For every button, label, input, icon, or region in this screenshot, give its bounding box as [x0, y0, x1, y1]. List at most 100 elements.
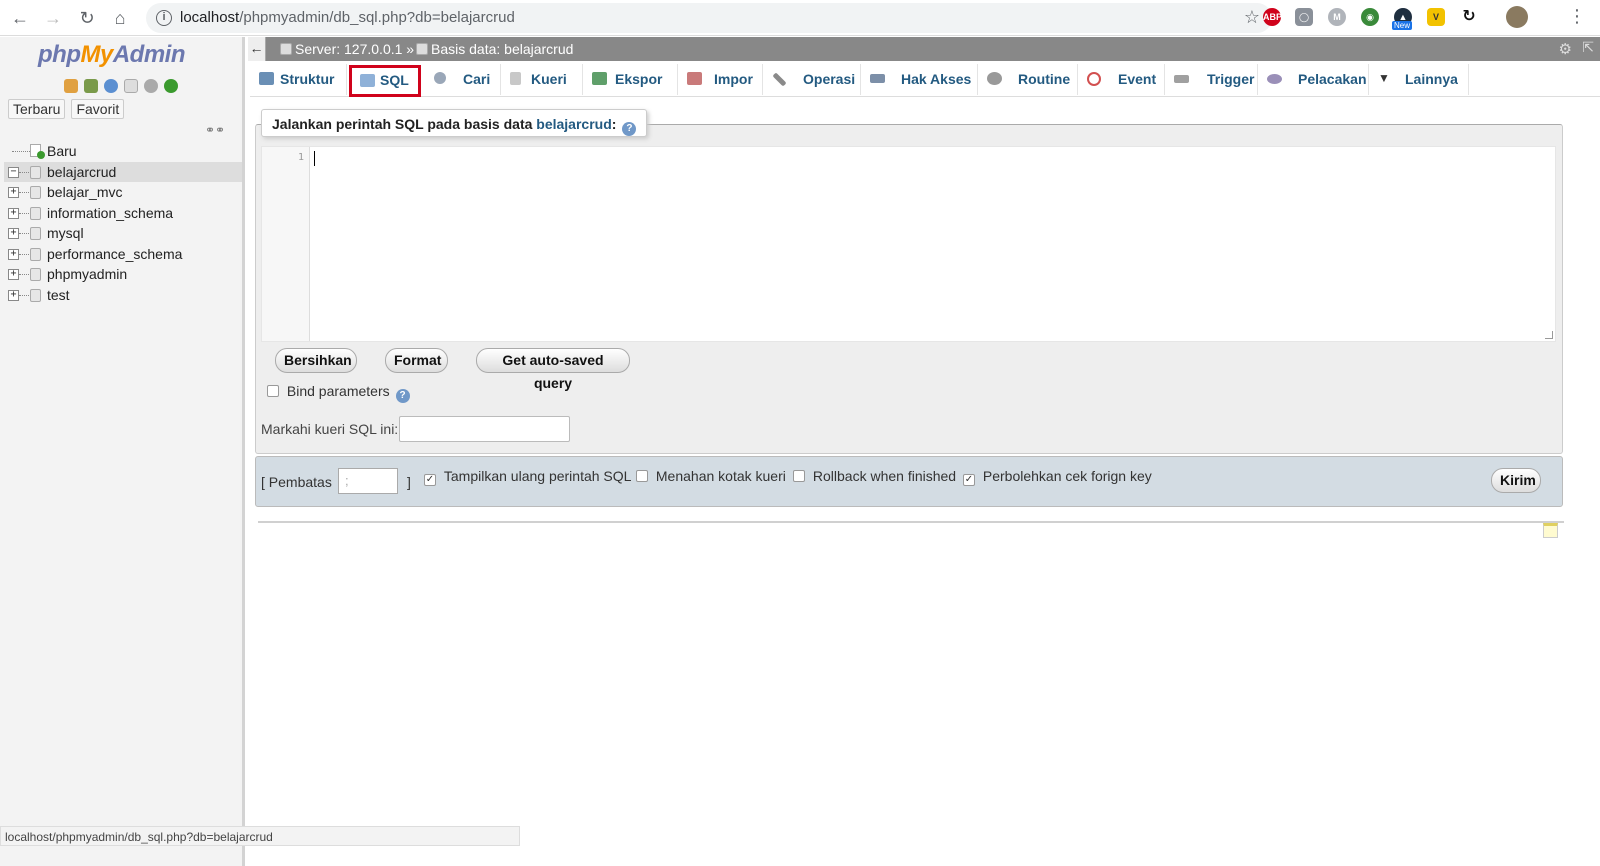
globe-extension-icon[interactable]: ◉: [1361, 8, 1379, 26]
docs-icon[interactable]: [124, 79, 138, 94]
retain-box-checkbox[interactable]: [636, 470, 648, 482]
bookmark-input[interactable]: [399, 416, 570, 442]
tree-item-label[interactable]: belajar_mvc: [47, 184, 122, 200]
submit-button[interactable]: Kirim: [1491, 468, 1541, 493]
tree-item-phpmyadmin[interactable]: + phpmyadmin: [4, 264, 242, 285]
tab-operasi[interactable]: Operasi: [763, 64, 861, 95]
phpmyadmin-logo[interactable]: phpMyAdmin: [38, 41, 186, 69]
navigation-panel: phpMyAdmin Terbaru Favorit ⚭⚭ Baru − bela…: [0, 37, 245, 866]
tree-item-label[interactable]: phpmyadmin: [47, 266, 127, 282]
tree-item-belajar-mvc[interactable]: + belajar_mvc: [4, 182, 242, 203]
avatar[interactable]: [1506, 6, 1528, 28]
tree-item-label[interactable]: performance_schema: [47, 246, 182, 262]
logout-icon[interactable]: [84, 79, 98, 94]
tab-lainnya[interactable]: ▼ Lainnya: [1369, 64, 1469, 95]
show-query-checkbox[interactable]: ✓: [424, 474, 436, 486]
line-number-gutter: 1: [262, 147, 310, 341]
help-icon[interactable]: ?: [622, 122, 637, 136]
expand-icon[interactable]: +: [8, 289, 19, 301]
tab-routine[interactable]: Routine: [978, 64, 1078, 95]
resize-handle[interactable]: [1545, 331, 1553, 339]
collapse-sidebar-button[interactable]: ←: [248, 37, 266, 61]
privileges-icon: [870, 74, 885, 83]
bind-parameters-checkbox[interactable]: [267, 385, 279, 397]
adblock-icon[interactable]: ABP: [1263, 8, 1282, 26]
sync-extension-icon[interactable]: ↻: [1460, 8, 1478, 26]
v-extension-icon[interactable]: V: [1427, 8, 1445, 26]
database-icon: [416, 43, 428, 55]
tree-item-new[interactable]: Baru: [4, 141, 242, 162]
browser-toolbar: ← → ↻ ⌂ i localhost/phpmyadmin/db_sql.ph…: [0, 0, 1600, 36]
format-button[interactable]: Format: [385, 348, 448, 373]
tab-pelacakan[interactable]: Pelacakan: [1258, 64, 1369, 95]
sql-query-editor[interactable]: 1: [261, 146, 1556, 342]
collapse-icon[interactable]: −: [8, 166, 19, 178]
back-icon[interactable]: ←: [8, 6, 32, 30]
get-auto-saved-query-button[interactable]: Get auto-saved query: [476, 348, 630, 391]
console-icon[interactable]: [1543, 523, 1558, 538]
url-text[interactable]: localhost/phpmyadmin/db_sql.php?db=belaj…: [180, 9, 515, 26]
tree-item-label[interactable]: test: [47, 287, 70, 303]
delimiter-input[interactable]: ;: [338, 468, 398, 494]
expand-icon[interactable]: +: [8, 248, 19, 260]
forward-icon[interactable]: →: [41, 6, 65, 30]
expand-icon[interactable]: +: [8, 228, 19, 239]
reload-icon[interactable]: ↻: [75, 6, 99, 30]
tab-struktur[interactable]: Struktur: [250, 64, 347, 95]
rollback-option: Rollback when finished: [793, 468, 956, 484]
tree-item-label[interactable]: Baru: [47, 143, 77, 159]
tab-recent[interactable]: Terbaru: [8, 99, 66, 119]
database-tree: Baru − belajarcrud + belajar_mvc + infor…: [4, 141, 242, 305]
clear-button[interactable]: Bersihkan: [275, 348, 357, 373]
shield-extension-icon[interactable]: ◯: [1295, 8, 1313, 26]
tree-item-test[interactable]: + test: [4, 285, 242, 306]
home-icon[interactable]: [64, 79, 78, 94]
maximize-icon[interactable]: ⇱: [1582, 39, 1594, 56]
chevron-down-icon: ▼: [1378, 71, 1390, 85]
database-icon: [30, 227, 41, 240]
database-link[interactable]: belajarcrud: [536, 116, 611, 132]
gear-icon[interactable]: ⚙: [1559, 40, 1572, 58]
query-icon: [510, 72, 521, 85]
tab-impor[interactable]: Impor: [678, 64, 763, 95]
browser-menu-icon[interactable]: ⋮: [1568, 6, 1586, 27]
bind-parameters-label[interactable]: Bind parameters: [287, 383, 390, 399]
m-extension-icon[interactable]: M: [1328, 8, 1346, 26]
address-bar[interactable]: i localhost/phpmyadmin/db_sql.php?db=bel…: [146, 3, 1272, 33]
show-query-option: ✓ Tampilkan ulang perintah SQL: [424, 468, 632, 486]
expand-icon[interactable]: +: [8, 187, 19, 198]
bookmark-star-icon[interactable]: ☆: [1244, 7, 1260, 28]
home-icon[interactable]: ⌂: [108, 6, 132, 30]
help-icon[interactable]: ?: [395, 389, 410, 403]
help-icon[interactable]: [104, 79, 118, 94]
tab-sql[interactable]: SQL: [349, 65, 421, 97]
breadcrumb-server[interactable]: Server: 127.0.0.1 »: [280, 41, 414, 57]
tab-kueri[interactable]: Kueri: [501, 64, 583, 95]
tree-item-label[interactable]: belajarcrud: [47, 164, 116, 180]
tree-item-belajarcrud[interactable]: − belajarcrud: [4, 161, 242, 182]
link-icon[interactable]: ⚭⚭: [205, 123, 225, 137]
foreign-key-checkbox[interactable]: ✓: [963, 474, 975, 486]
tree-item-mysql[interactable]: + mysql: [4, 223, 242, 244]
tree-item-performance-schema[interactable]: + performance_schema: [4, 244, 242, 265]
tree-item-information-schema[interactable]: + information_schema: [4, 203, 242, 224]
gear-icon[interactable]: [144, 79, 158, 94]
eye-icon: [1267, 74, 1282, 84]
tab-cari[interactable]: Cari: [425, 64, 501, 95]
breadcrumb-database[interactable]: Basis data: belajarcrud: [416, 41, 573, 57]
expand-icon[interactable]: +: [8, 207, 19, 219]
tab-hak-akses[interactable]: Hak Akses: [861, 64, 978, 95]
rollback-checkbox[interactable]: [793, 470, 805, 482]
info-icon[interactable]: i: [156, 10, 172, 26]
tab-trigger[interactable]: Trigger: [1165, 64, 1258, 95]
tab-ekspor[interactable]: Ekspor: [583, 64, 678, 95]
text-cursor: [314, 151, 315, 166]
reload-icon[interactable]: [164, 79, 178, 94]
tree-item-label[interactable]: mysql: [47, 225, 84, 241]
expand-icon[interactable]: +: [8, 269, 19, 280]
tab-favorites[interactable]: Favorit: [71, 99, 125, 119]
foreign-key-option: ✓ Perbolehkan cek forign key: [963, 468, 1152, 486]
routine-icon: [987, 72, 1002, 85]
tree-item-label[interactable]: information_schema: [47, 205, 173, 221]
tab-event[interactable]: Event: [1078, 64, 1165, 95]
